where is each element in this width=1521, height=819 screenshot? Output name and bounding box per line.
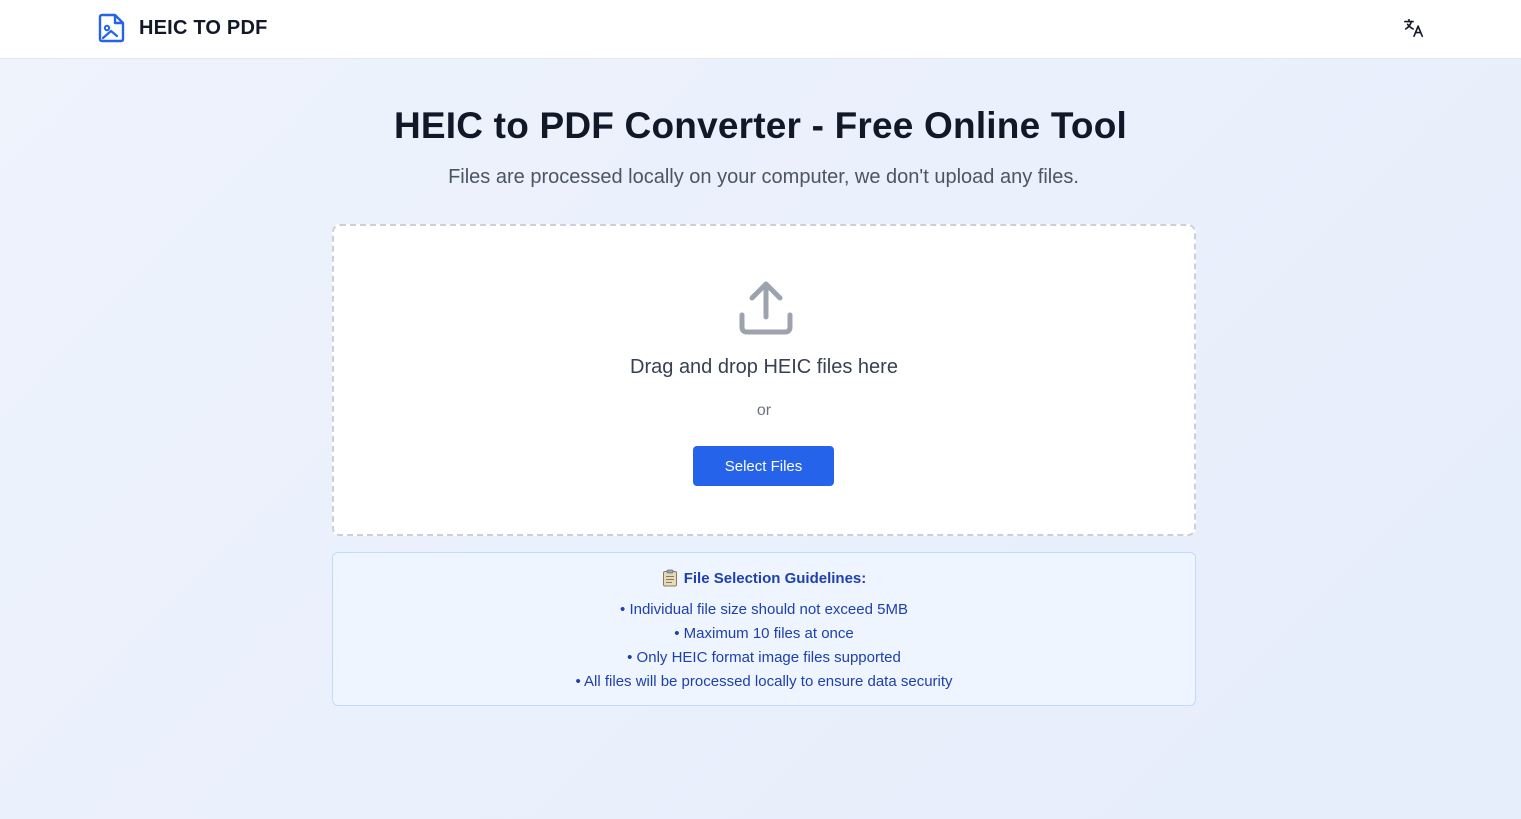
clipboard-icon [662, 569, 677, 587]
translate-icon [1404, 18, 1424, 38]
brand-logo-link[interactable]: HEIC TO PDF [97, 11, 268, 45]
page-subtitle: Files are processed locally on your comp… [448, 166, 1079, 188]
upload-icon [739, 281, 793, 335]
file-image-icon [98, 13, 125, 43]
select-files-button[interactable]: Select Files [693, 446, 834, 486]
guideline-item: • Maximum 10 files at once [674, 625, 854, 642]
guidelines-panel: File Selection Guidelines: • Individual … [332, 552, 1196, 706]
drop-prompt: Drag and drop HEIC files here [630, 356, 898, 378]
guidelines-title: File Selection Guidelines: [683, 569, 867, 587]
brand-name: HEIC TO PDF [139, 16, 268, 39]
language-button[interactable] [1401, 15, 1427, 41]
top-header: HEIC TO PDF [0, 0, 1521, 59]
file-dropzone[interactable]: Drag and drop HEIC files here or Select … [332, 224, 1196, 536]
guideline-item: • Individual file size should not exceed… [620, 601, 908, 618]
guidelines-list: • Individual file size should not exceed… [333, 598, 1195, 694]
guideline-item: • Only HEIC format image files supported [627, 649, 901, 666]
or-separator: or [756, 402, 772, 419]
guideline-item: • All files will be processed locally to… [575, 673, 953, 690]
page-title: HEIC to PDF Converter - Free Online Tool [394, 105, 1127, 146]
guidelines-heading: File Selection Guidelines: [333, 569, 1195, 587]
